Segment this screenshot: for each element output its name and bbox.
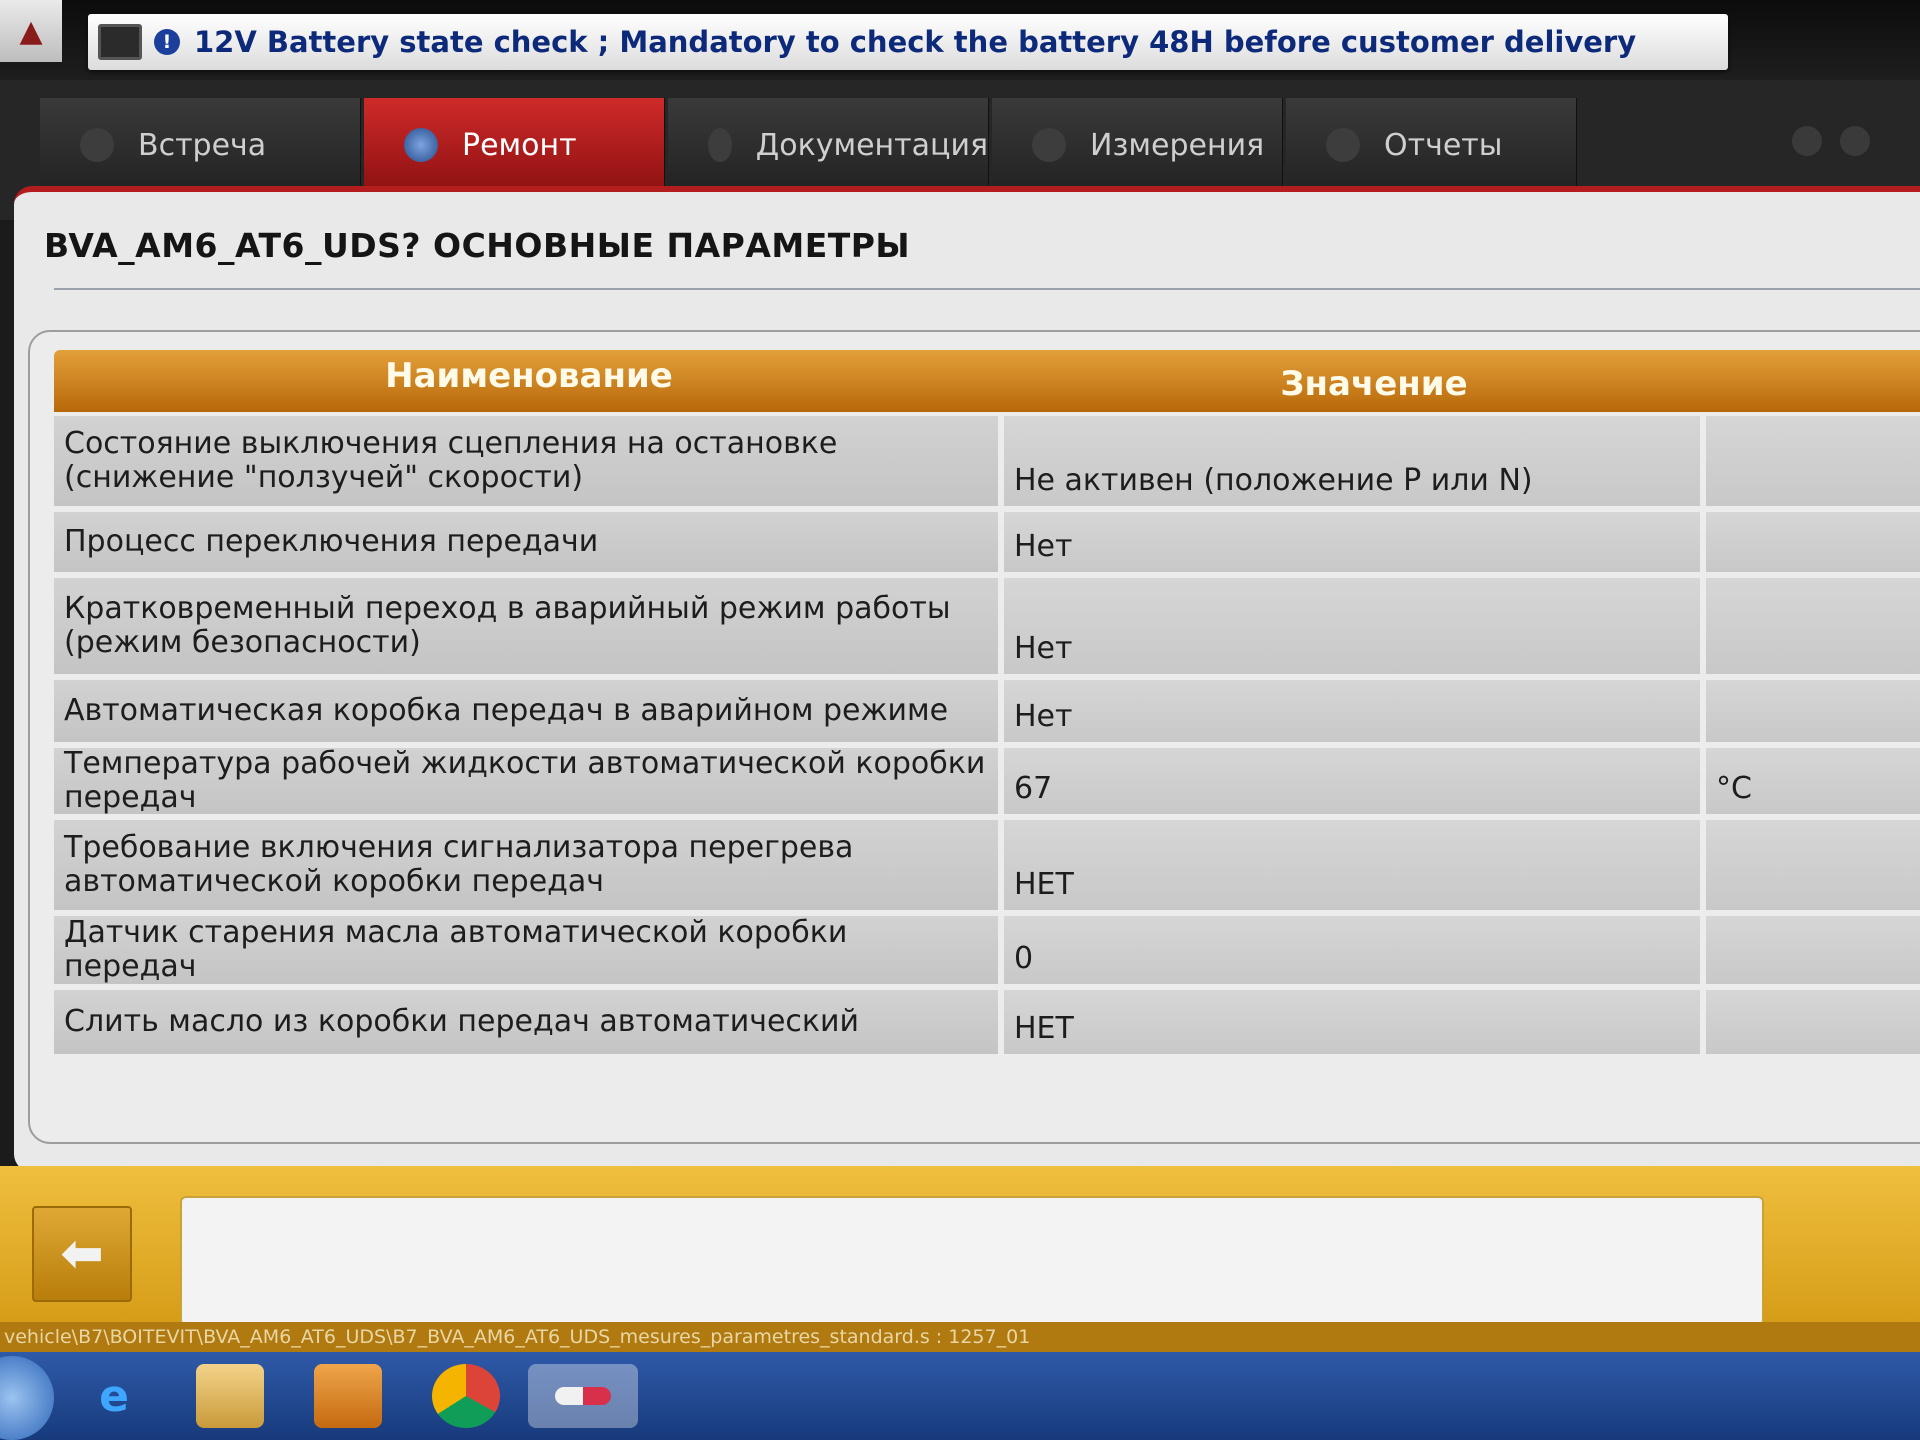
- parameter-name: Требование включения сигнализатора перег…: [54, 820, 998, 910]
- title-divider: [54, 288, 1920, 290]
- parameter-name: Температура рабочей жидкости автоматичес…: [54, 747, 998, 815]
- tab-reports[interactable]: Отчеты: [1286, 98, 1577, 192]
- page-title: BVA_AM6_AT6_UDS? ОСНОВНЫЕ ПАРАМЕТРЫ: [44, 226, 911, 265]
- tab-label: Документация: [755, 127, 988, 163]
- tab-repair[interactable]: Ремонт: [364, 98, 665, 192]
- parameter-value: 67: [1004, 748, 1700, 814]
- close-icon[interactable]: [1840, 126, 1870, 156]
- column-header-name: Наименование: [385, 356, 673, 396]
- parameter-name: Слить масло из коробки передач автоматич…: [54, 990, 998, 1054]
- parameter-unit: [1706, 416, 1920, 506]
- parameter-value: НЕТ: [1004, 990, 1700, 1054]
- windows-taskbar: e: [0, 1352, 1920, 1440]
- table-row[interactable]: Температура рабочей жидкости автоматичес…: [54, 747, 1920, 815]
- monitor-icon: [98, 24, 142, 60]
- folder-icon[interactable]: [196, 1364, 264, 1428]
- parameter-name: Автоматическая коробка передач в аварийн…: [54, 680, 998, 742]
- parameter-name: Состояние выключения сцепления на остано…: [54, 416, 998, 506]
- table-row[interactable]: Автоматическая коробка передач в аварийн…: [54, 680, 1920, 742]
- table-row[interactable]: Датчик старения масла автоматической кор…: [54, 916, 1920, 984]
- start-icon[interactable]: [0, 1356, 54, 1440]
- window-controls: [1792, 126, 1870, 156]
- parameters-table: Наименование Значение Состояние выключен…: [28, 330, 1920, 1144]
- parameter-unit: [1706, 680, 1920, 742]
- tab-reception[interactable]: Встреча: [40, 98, 361, 192]
- media-player-icon[interactable]: [314, 1364, 382, 1428]
- parameter-unit: [1706, 990, 1920, 1054]
- bottom-toolbar: ⬅: [0, 1166, 1920, 1336]
- table-row[interactable]: Кратковременный переход в аварийный режи…: [54, 578, 1920, 674]
- message-area: [180, 1196, 1764, 1326]
- repair-icon: [404, 128, 438, 162]
- tab-label: Встреча: [138, 127, 267, 163]
- table-header: Наименование Значение: [54, 350, 1920, 412]
- parameter-value: 0: [1004, 916, 1700, 984]
- parameter-value: НЕТ: [1004, 820, 1700, 910]
- documentation-icon: [708, 128, 732, 162]
- column-header-value: Значение: [1280, 364, 1468, 404]
- diagnostic-app-icon[interactable]: [528, 1364, 638, 1428]
- parameter-value: Нет: [1004, 680, 1700, 742]
- alert-icon: !: [154, 29, 180, 55]
- top-bar: ▲ ! 12V Battery state check ; Mandatory …: [0, 0, 1920, 80]
- parameter-value: Нет: [1004, 578, 1700, 674]
- parameter-value: Нет: [1004, 512, 1700, 572]
- tab-measurements[interactable]: Измерения: [992, 98, 1283, 192]
- parameter-name: Датчик старения масла автоматической кор…: [54, 916, 998, 984]
- table-row[interactable]: Процесс переключения передачи Нет: [54, 512, 1920, 572]
- measurements-icon: [1032, 128, 1066, 162]
- minimize-icon[interactable]: [1792, 126, 1822, 156]
- table-row[interactable]: Слить масло из коробки передач автоматич…: [54, 990, 1920, 1054]
- chrome-icon[interactable]: [432, 1364, 500, 1428]
- diagnostic-app-glyph: [555, 1387, 611, 1405]
- parameter-unit: °C: [1706, 748, 1920, 814]
- parameter-name: Процесс переключения передачи: [54, 512, 998, 572]
- back-button[interactable]: ⬅: [32, 1206, 132, 1302]
- internet-explorer-icon[interactable]: e: [80, 1364, 148, 1428]
- back-arrow-icon: ⬅: [60, 1224, 104, 1284]
- tab-label: Измерения: [1090, 127, 1265, 163]
- tab-label: Отчеты: [1384, 127, 1503, 163]
- parameter-unit: [1706, 916, 1920, 984]
- parameter-name: Кратковременный переход в аварийный режи…: [54, 578, 998, 674]
- alert-text: 12V Battery state check ; Mandatory to c…: [194, 25, 1637, 59]
- brand-logo-icon: ▲: [0, 0, 62, 62]
- main-panel: BVA_AM6_AT6_UDS? ОСНОВНЫЕ ПАРАМЕТРЫ Наим…: [14, 186, 1920, 1172]
- tab-label: Ремонт: [462, 127, 577, 163]
- table-row[interactable]: Состояние выключения сцепления на остано…: [54, 416, 1920, 506]
- table-row[interactable]: Требование включения сигнализатора перег…: [54, 820, 1920, 910]
- reports-icon: [1326, 128, 1360, 162]
- tab-documentation[interactable]: Документация: [668, 98, 989, 192]
- parameter-value: Не активен (положение Р или N): [1004, 416, 1700, 506]
- parameter-unit: [1706, 578, 1920, 674]
- parameter-unit: [1706, 820, 1920, 910]
- parameter-unit: [1706, 512, 1920, 572]
- script-path: vehicle\B7\BOITEVIT\BVA_AM6_AT6_UDS\B7_B…: [0, 1322, 1920, 1352]
- reception-icon: [80, 128, 114, 162]
- table-body: Состояние выключения сцепления на остано…: [54, 416, 1920, 1060]
- alert-banner[interactable]: ! 12V Battery state check ; Mandatory to…: [88, 14, 1728, 70]
